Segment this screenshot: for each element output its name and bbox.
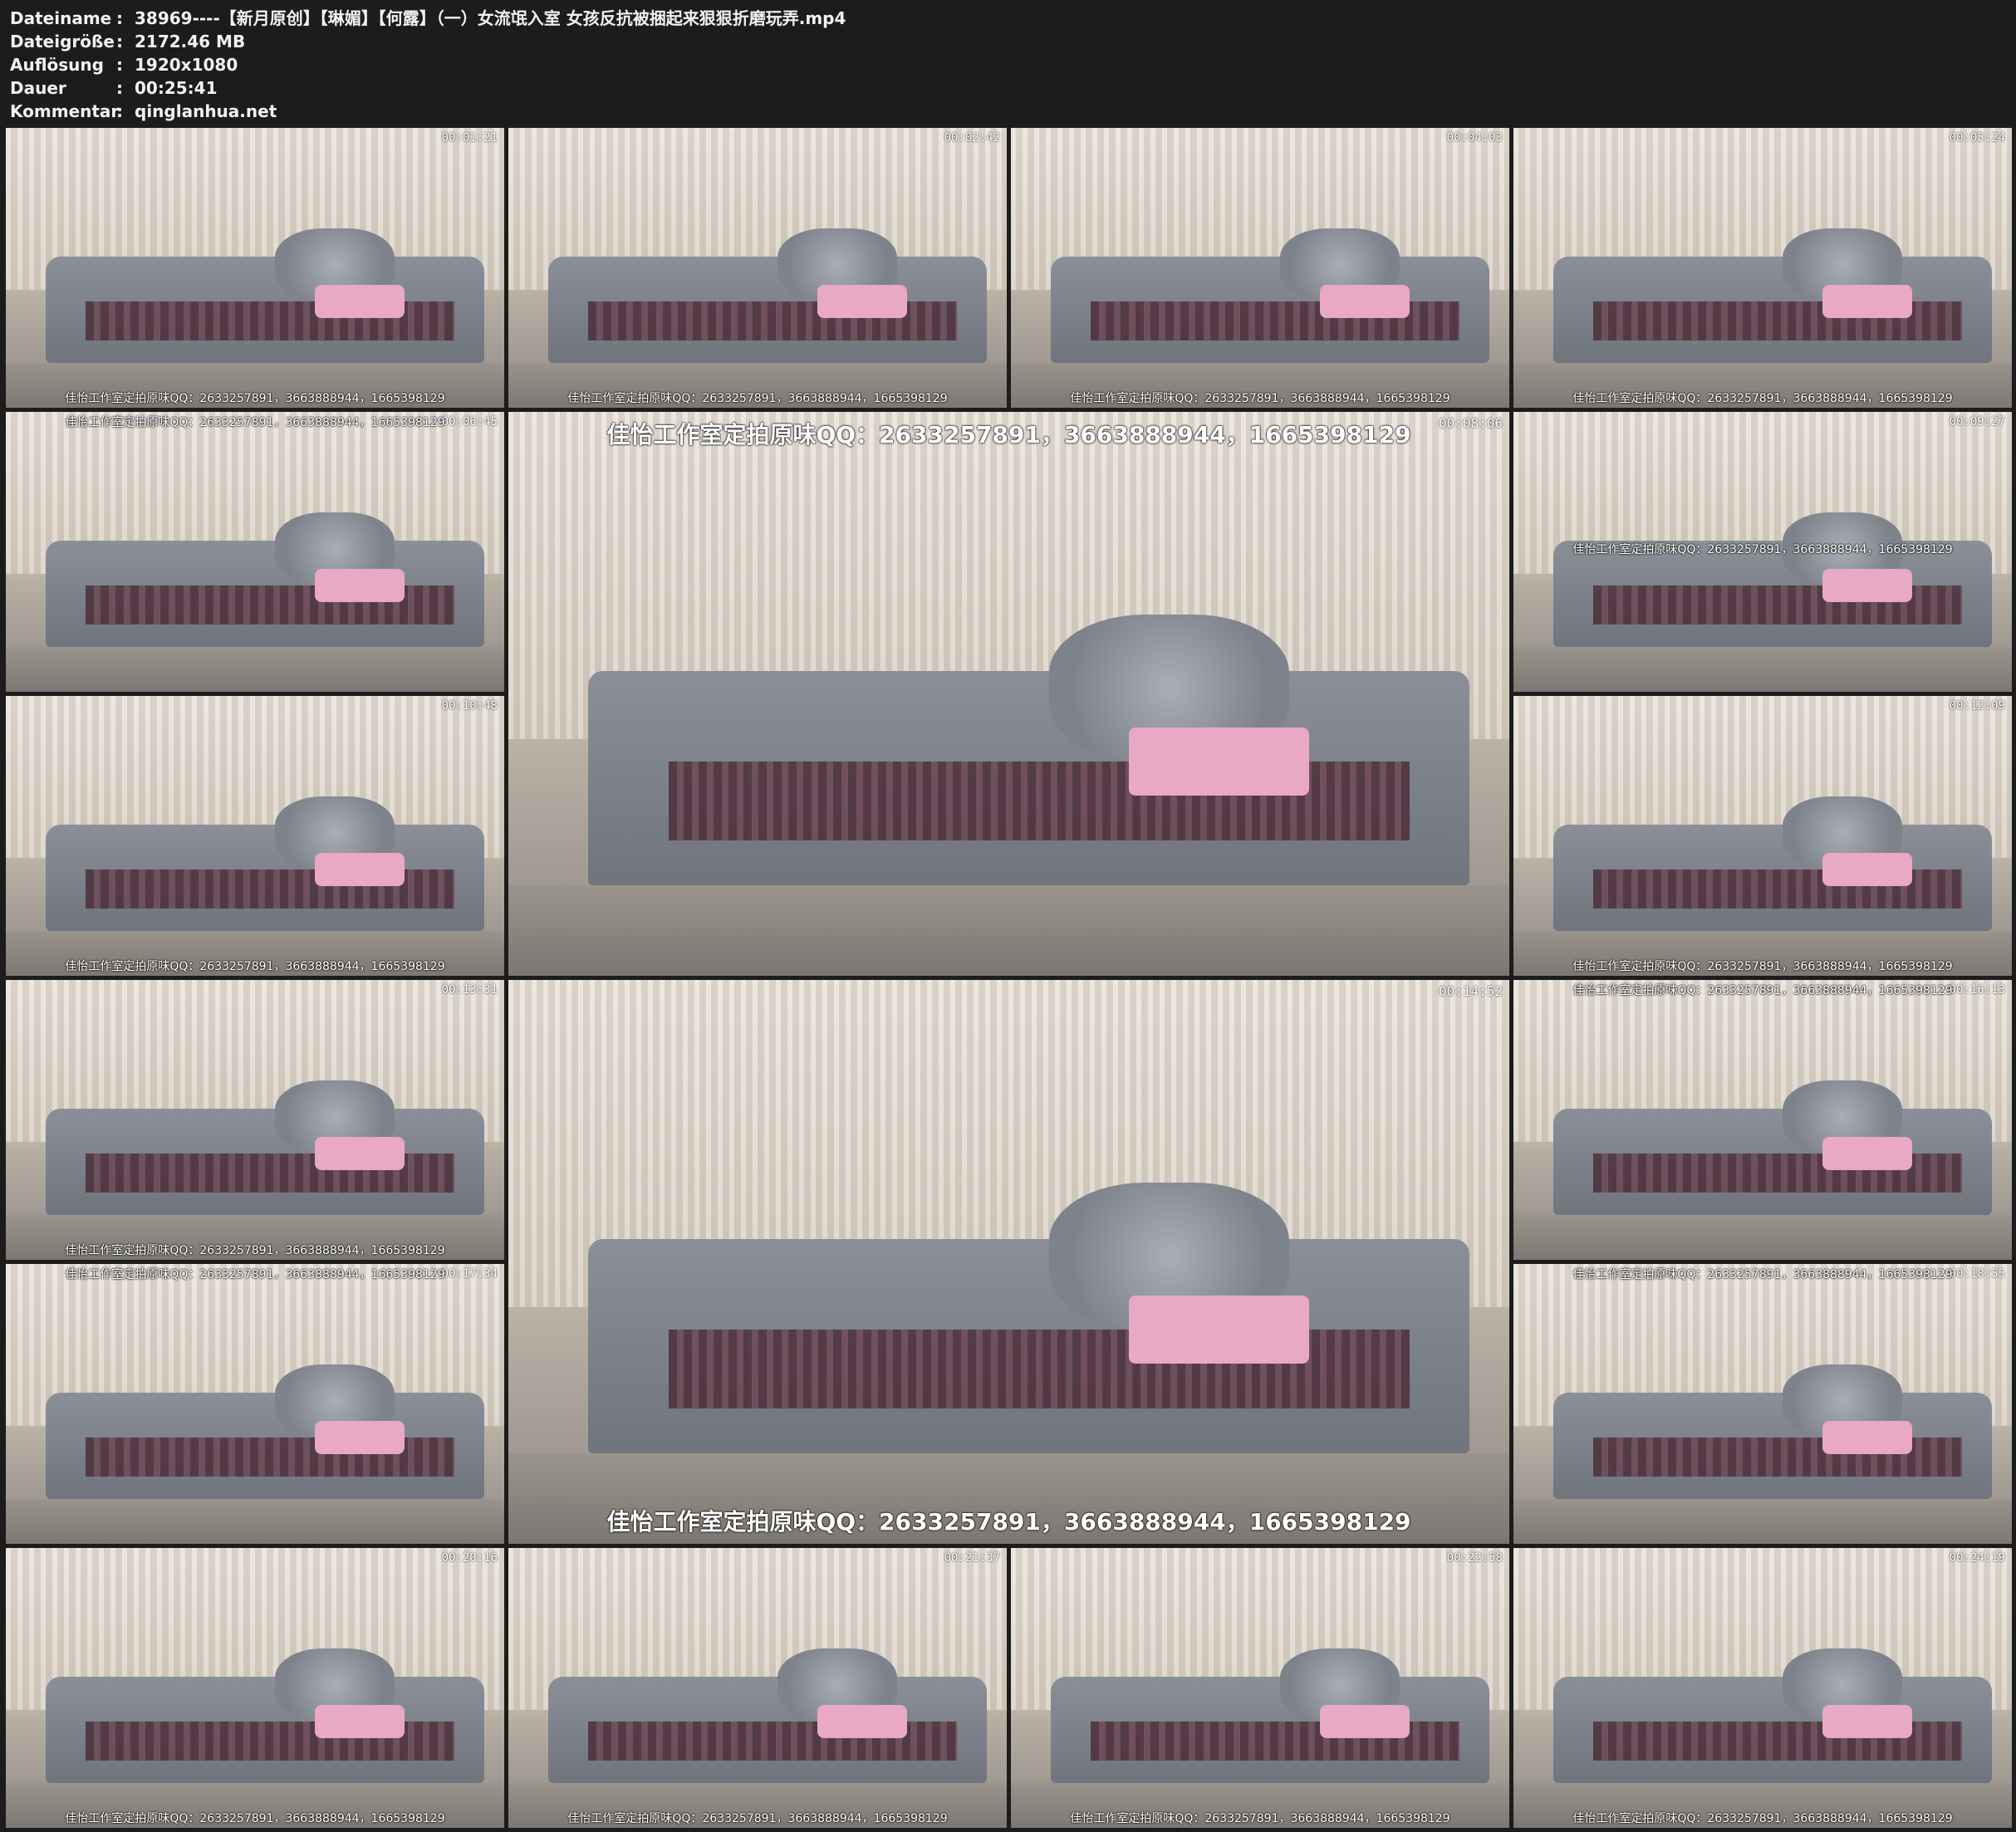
video-thumbnail: 00:22:58 佳怡工作室定拍原味QQ：2633257891，366388894… xyxy=(1011,1548,1509,1828)
thumbnail-timestamp: 00:24:19 xyxy=(1949,1551,2005,1565)
scene-pillow xyxy=(817,1704,907,1739)
thumbnail-timestamp: 00:12:09 xyxy=(1949,699,2005,713)
scene-pillow xyxy=(315,1704,405,1739)
scene-pillow xyxy=(1822,568,1912,603)
video-thumbnail: 00:09:27 佳怡工作室定拍原味QQ：2633257891，366388894… xyxy=(1513,412,2012,692)
video-thumbnail: 00:02:42 佳怡工作室定拍原味QQ：2633257891，366388894… xyxy=(508,128,1007,408)
video-thumbnail: 00:05:24 佳怡工作室定拍原味QQ：2633257891，366388894… xyxy=(1513,128,2012,408)
thumbnail-watermark: 佳怡工作室定拍原味QQ：2633257891，3663888944，166539… xyxy=(1572,1268,1953,1281)
duration-row: Dauer : 00:25:41 xyxy=(10,78,218,98)
scene-floor xyxy=(1513,1215,2012,1260)
video-thumbnail: 00:04:03 佳怡工作室定拍原味QQ：2633257891，366388894… xyxy=(1011,128,1509,408)
scene-pillow xyxy=(1129,1296,1309,1364)
thumbnail-watermark: 佳怡工作室定拍原味QQ：2633257891，3663888944，166539… xyxy=(1572,392,1953,405)
video-thumbnail: 00:17:34 佳怡工作室定拍原味QQ：2633257891，366388894… xyxy=(6,1264,504,1544)
scene-floor xyxy=(6,1499,504,1544)
comment-value: qinglanhua.net xyxy=(135,101,277,121)
scene-pillow xyxy=(1822,284,1912,319)
thumbnail-timestamp: 00:01:21 xyxy=(441,131,498,145)
scene-floor xyxy=(6,647,504,692)
thumbnail-watermark: 佳怡工作室定拍原味QQ：2633257891，3663888944，166539… xyxy=(1572,960,1953,973)
thumbnail-timestamp: 00:13:31 xyxy=(441,983,498,997)
video-thumbnail: 00:24:19 佳怡工作室定拍原味QQ：2633257891，366388894… xyxy=(1513,1548,2012,1828)
file-size-label: Dateigröße xyxy=(10,32,115,51)
thumbnail-timestamp: 00:20:16 xyxy=(441,1551,498,1565)
thumbnail-watermark: 佳怡工作室定拍原味QQ：2633257891，3663888944，166539… xyxy=(567,1812,948,1825)
comment-label: Kommentar xyxy=(10,101,120,121)
thumbnail-timestamp: 00:02:42 xyxy=(944,131,1000,145)
thumbnail-watermark: 佳怡工作室定拍原味QQ：2633257891，3663888944，166539… xyxy=(65,1812,445,1825)
scene-pillow xyxy=(1320,284,1410,319)
thumbnail-timestamp: 00:14:52 xyxy=(1438,983,1503,999)
scene-pillow xyxy=(1822,1704,1912,1739)
scene-pillow xyxy=(1822,852,1912,887)
thumbnail-watermark: 佳怡工作室定拍原味QQ：2633257891，3663888944，166539… xyxy=(567,392,948,405)
comment-row: Kommentar : qinglanhua.net xyxy=(10,101,277,121)
video-thumbnail: 00:01:21 佳怡工作室定拍原味QQ：2633257891，366388894… xyxy=(6,128,504,408)
thumbnail-timestamp: 00:05:24 xyxy=(1949,131,2005,145)
duration-value: 00:25:41 xyxy=(135,78,218,98)
thumbnail-watermark: 佳怡工作室定拍原味QQ：2633257891，3663888944，166539… xyxy=(1070,1812,1450,1825)
scene-pillow xyxy=(1822,1420,1912,1455)
thumbnail-watermark: 佳怡工作室定拍原味QQ：2633257891，3663888944，166539… xyxy=(1572,543,1953,557)
video-thumbnail: 00:20:16 佳怡工作室定拍原味QQ：2633257891，366388894… xyxy=(6,1548,504,1828)
thumbnail-watermark: 佳怡工作室定拍原味QQ：2633257891，3663888944，166539… xyxy=(65,416,445,429)
scene-pillow xyxy=(315,1420,405,1455)
file-name-value: 38969----【新月原创】【琳媚】【何露】（一）女流氓入室 女孩反抗被捆起来… xyxy=(135,8,846,28)
thumbnail-watermark: 佳怡工作室定拍原味QQ：2633257891，3663888944，166539… xyxy=(1572,1812,1953,1825)
thumbnail-watermark: 佳怡工作室定拍原味QQ：2633257891，3663888944，166539… xyxy=(65,960,445,973)
video-thumbnail: 00:16:13 佳怡工作室定拍原味QQ：2633257891，366388894… xyxy=(1513,980,2012,1260)
scene-pillow xyxy=(315,284,405,319)
thumbnail-timestamp: 00:04:03 xyxy=(1446,131,1503,145)
file-size-row: Dateigröße : 2172.46 MB xyxy=(10,32,246,51)
thumbnail-watermark: 佳怡工作室定拍原味QQ：2633257891，3663888944，166539… xyxy=(1572,984,1953,997)
video-thumbnail: 00:21:37 佳怡工作室定拍原味QQ：2633257891，366388894… xyxy=(508,1548,1007,1828)
thumbnail-timestamp: 00:21:37 xyxy=(944,1551,1000,1565)
scene-pillow xyxy=(1320,1704,1410,1739)
video-thumbnail: 00:13:31 佳怡工作室定拍原味QQ：2633257891，366388894… xyxy=(6,980,504,1260)
video-thumbnail: 00:14:52 佳怡工作室定拍原味QQ：2633257891，366388894… xyxy=(508,980,1509,1544)
resolution-value: 1920x1080 xyxy=(135,55,238,75)
scene-pillow xyxy=(315,568,405,603)
scene-pillow xyxy=(1822,1136,1912,1171)
scene-pillow xyxy=(1129,727,1309,796)
file-size-value: 2172.46 MB xyxy=(135,32,246,51)
scene-pillow xyxy=(817,284,907,319)
thumbnail-watermark: 佳怡工作室定拍原味QQ：2633257891，3663888944，166539… xyxy=(65,392,445,405)
thumbnail-timestamp: 00:09:27 xyxy=(1949,415,2005,429)
thumbnail-watermark: 佳怡工作室定拍原味QQ：2633257891，3663888944，166539… xyxy=(1070,392,1450,405)
video-thumbnail: 00:18:55 佳怡工作室定拍原味QQ：2633257891，366388894… xyxy=(1513,1264,2012,1544)
scene-pillow xyxy=(315,1136,405,1171)
thumbnail-timestamp: 00:10:48 xyxy=(441,699,498,713)
scene-floor xyxy=(1513,647,2012,692)
thumbnail-timestamp: 00:22:58 xyxy=(1446,1551,1503,1565)
file-info-panel: Dateiname : 38969----【新月原创】【琳媚】【何露】（一）女流… xyxy=(10,7,846,123)
scene-floor xyxy=(508,885,1509,976)
duration-label: Dauer xyxy=(10,78,66,98)
video-thumbnail: 00:06:45 佳怡工作室定拍原味QQ：2633257891，366388894… xyxy=(6,412,504,692)
file-name-label: Dateiname xyxy=(10,8,112,28)
scene-floor xyxy=(1513,1499,2012,1544)
video-thumbnail: 00:12:09 佳怡工作室定拍原味QQ：2633257891，366388894… xyxy=(1513,696,2012,976)
resolution-row: Auflösung : 1920x1080 xyxy=(10,55,238,75)
video-thumbnail: 00:08:06 佳怡工作室定拍原味QQ：2633257891，366388894… xyxy=(508,412,1509,976)
thumbnail-watermark: 佳怡工作室定拍原味QQ：2633257891，3663888944，166539… xyxy=(65,1244,445,1257)
resolution-label: Auflösung xyxy=(10,55,104,75)
thumbnail-watermark: 佳怡工作室定拍原味QQ：2633257891，3663888944，166539… xyxy=(606,421,1411,448)
video-thumbnail: 00:10:48 佳怡工作室定拍原味QQ：2633257891，366388894… xyxy=(6,696,504,976)
thumbnail-watermark: 佳怡工作室定拍原味QQ：2633257891，3663888944，166539… xyxy=(65,1268,445,1281)
thumbnail-watermark: 佳怡工作室定拍原味QQ：2633257891，3663888944，166539… xyxy=(606,1508,1411,1536)
file-name-row: Dateiname : 38969----【新月原创】【琳媚】【何露】（一）女流… xyxy=(10,8,846,28)
scene-pillow xyxy=(315,852,405,887)
